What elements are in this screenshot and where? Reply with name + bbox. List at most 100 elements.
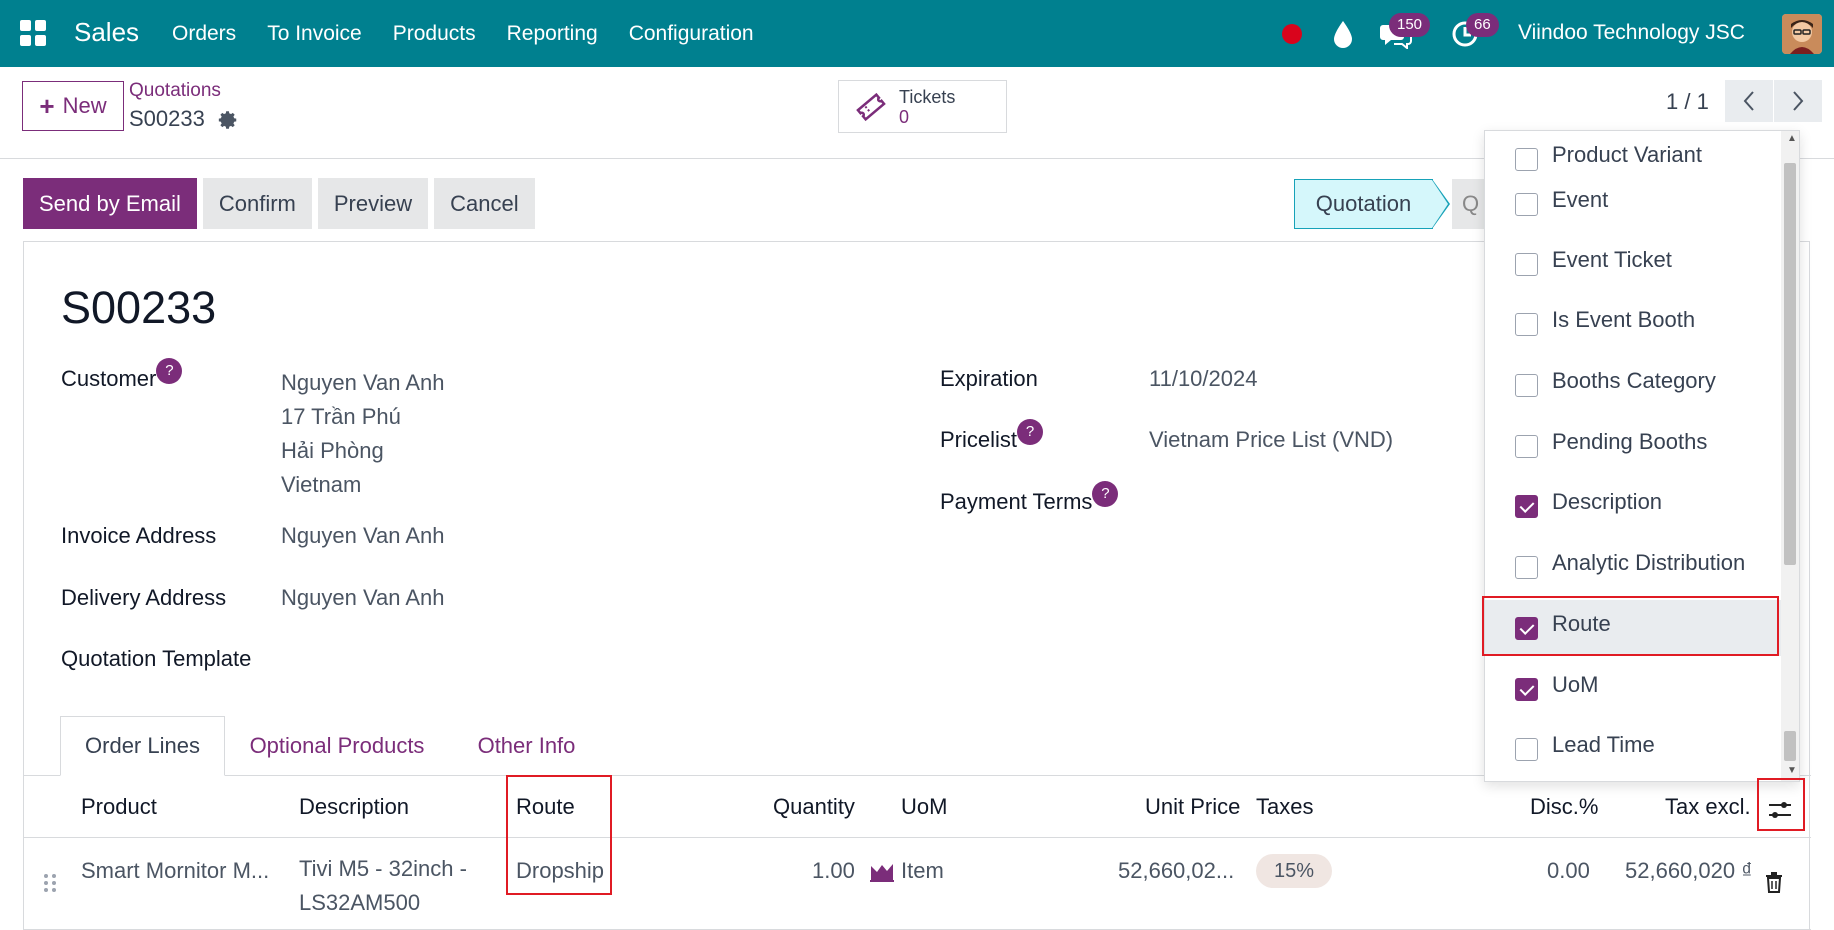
column-checkbox[interactable] — [1515, 148, 1538, 171]
row-unit-price[interactable]: 52,660,02... — [1118, 858, 1234, 884]
customer-name: Nguyen Van Anh — [281, 370, 445, 395]
invoice-address-field[interactable]: Nguyen Van Anh — [281, 523, 445, 549]
systray: 150 66 Viindoo Technology JSC — [1270, 13, 1830, 55]
col-discount[interactable]: Disc.% — [1530, 794, 1598, 820]
pricelist-label: Pricelist? — [940, 419, 1044, 453]
pricelist-help-icon[interactable]: ? — [1017, 419, 1044, 445]
pager-value[interactable]: 1 / 1 — [1666, 89, 1709, 115]
user-avatar[interactable] — [1782, 14, 1822, 54]
column-checkbox[interactable] — [1515, 738, 1538, 761]
record-icon[interactable] — [1282, 24, 1302, 44]
col-quantity[interactable]: Quantity — [773, 794, 855, 820]
gear-icon[interactable] — [217, 109, 239, 131]
column-option-event[interactable]: Event — [1485, 176, 1781, 232]
app-name[interactable]: Sales — [74, 17, 139, 48]
send-by-email-button[interactable]: Send by Email — [23, 178, 197, 229]
status-quotation[interactable]: Quotation — [1294, 179, 1433, 229]
trash-icon[interactable] — [1764, 871, 1784, 893]
col-taxes[interactable]: Taxes — [1256, 794, 1313, 820]
menu-orders[interactable]: Orders — [172, 22, 236, 46]
status-arrow-fill — [1432, 180, 1448, 228]
pager-previous-button[interactable] — [1725, 80, 1773, 122]
customer-help-icon[interactable]: ? — [156, 358, 183, 384]
column-checkbox[interactable] — [1515, 678, 1538, 701]
tickets-label: Tickets — [899, 87, 956, 107]
row-discount[interactable]: 0.00 — [1547, 858, 1590, 884]
column-checkbox[interactable] — [1515, 193, 1538, 216]
column-option-lead-time[interactable]: Lead Time — [1485, 721, 1781, 777]
row-tax-tag[interactable]: 15% — [1256, 854, 1333, 888]
column-option-is-event-booth[interactable]: Is Event Booth — [1485, 296, 1781, 352]
plus-icon: + — [39, 90, 55, 121]
expiration-field[interactable]: 11/10/2024 — [1149, 366, 1257, 392]
tab-other-info[interactable]: Other Info — [454, 716, 599, 776]
invoice-address-label: Invoice Address — [61, 523, 217, 548]
col-tax-excl[interactable]: Tax excl. — [1665, 794, 1751, 820]
payment-terms-help-icon[interactable]: ? — [1092, 481, 1119, 507]
pricelist-field[interactable]: Vietnam Price List (VND) — [1149, 427, 1393, 453]
row-uom[interactable]: Item — [901, 858, 944, 884]
column-checkbox[interactable] — [1515, 556, 1538, 579]
menu-to-invoice[interactable]: To Invoice — [267, 22, 362, 46]
top-navbar: Sales Orders To Invoice Products Reporti… — [0, 0, 1834, 67]
scroll-up-icon[interactable]: ▲ — [1787, 133, 1797, 144]
ticket-icon — [856, 92, 886, 122]
chevron-left-icon — [1743, 91, 1754, 111]
table-row[interactable]: Smart Mornitor M... Tivi M5 - 32inch - L… — [24, 838, 1811, 930]
menu-configuration[interactable]: Configuration — [629, 22, 754, 46]
column-option-pending-booths[interactable]: Pending Booths — [1485, 418, 1781, 474]
col-uom[interactable]: UoM — [901, 794, 947, 820]
row-quantity[interactable]: 1.00 — [812, 858, 855, 884]
tickets-smart-button[interactable]: Tickets 0 — [838, 80, 1007, 133]
activity-count-badge: 66 — [1466, 13, 1499, 37]
optional-columns-toggle[interactable] — [1760, 790, 1800, 830]
column-option-analytic-distribution[interactable]: Analytic Distribution — [1485, 539, 1781, 595]
column-option-uom[interactable]: UoM — [1485, 661, 1781, 717]
column-checkbox[interactable] — [1515, 495, 1538, 518]
menu-reporting[interactable]: Reporting — [507, 22, 598, 46]
dropdown-scroll-thumb[interactable] — [1784, 163, 1796, 565]
confirm-button[interactable]: Confirm — [202, 178, 312, 229]
column-checkbox[interactable] — [1515, 435, 1538, 458]
col-route[interactable]: Route — [516, 794, 575, 820]
column-option-route[interactable]: Route — [1485, 600, 1781, 656]
row-product[interactable]: Smart Mornitor M... — [81, 858, 269, 884]
tab-optional-products[interactable]: Optional Products — [245, 716, 429, 776]
customer-country: Vietnam — [281, 472, 362, 497]
col-product[interactable]: Product — [81, 794, 157, 820]
column-option-label: Product Variant — [1552, 142, 1703, 167]
col-unit-price[interactable]: Unit Price — [1145, 794, 1240, 820]
row-description-line2: LS32AM500 — [299, 890, 421, 915]
preview-button[interactable]: Preview — [317, 178, 429, 229]
drag-handle-icon[interactable] — [43, 872, 57, 894]
new-button[interactable]: + New — [22, 81, 124, 131]
column-checkbox[interactable] — [1515, 313, 1538, 336]
breadcrumb-current: S00233 — [129, 106, 205, 131]
row-description-line1: Tivi M5 - 32inch - — [299, 856, 467, 881]
col-description[interactable]: Description — [299, 794, 409, 820]
scroll-down-icon[interactable]: ▼ — [1787, 765, 1797, 776]
column-option-event-ticket[interactable]: Event Ticket — [1485, 236, 1781, 292]
customer-city: Hải Phòng — [281, 438, 384, 463]
menu-products[interactable]: Products — [393, 22, 476, 46]
column-option-label: Pending Booths — [1552, 429, 1708, 454]
forecast-chart-icon[interactable] — [870, 862, 894, 882]
row-description[interactable]: Tivi M5 - 32inch - LS32AM500 — [299, 852, 467, 920]
delivery-address-field[interactable]: Nguyen Van Anh — [281, 585, 445, 611]
column-checkbox[interactable] — [1515, 617, 1538, 640]
company-switcher[interactable]: Viindoo Technology JSC — [1518, 21, 1745, 45]
customer-field[interactable]: Nguyen Van Anh 17 Trần Phú Hải Phòng Vie… — [281, 366, 445, 502]
cancel-button[interactable]: Cancel — [434, 178, 535, 229]
tab-order-lines[interactable]: Order Lines — [60, 716, 225, 776]
column-option-description[interactable]: Description — [1485, 478, 1781, 534]
drop-icon[interactable] — [1330, 19, 1356, 49]
record-title: S00233 — [61, 282, 217, 333]
column-checkbox[interactable] — [1515, 374, 1538, 397]
column-option-booths-category[interactable]: Booths Category — [1485, 357, 1781, 413]
dropdown-scroll-thumb-lower[interactable] — [1784, 731, 1796, 761]
breadcrumb-quotations[interactable]: Quotations — [129, 80, 221, 102]
column-checkbox[interactable] — [1515, 253, 1538, 276]
pager-next-button[interactable] — [1774, 80, 1822, 122]
row-route[interactable]: Dropship — [516, 858, 604, 884]
apps-menu-icon[interactable] — [20, 20, 46, 46]
